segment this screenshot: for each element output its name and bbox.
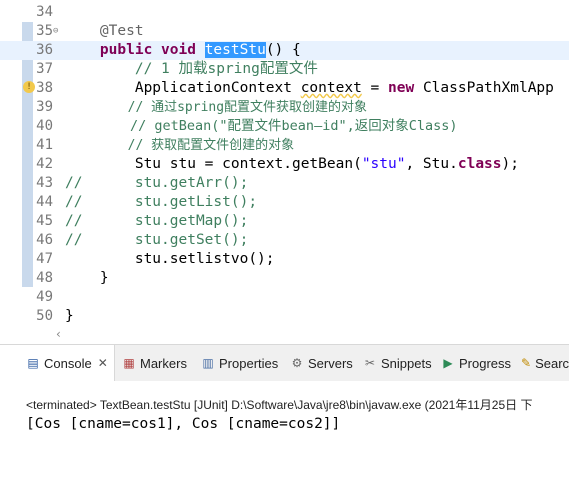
code-text: // 通过spring配置文件获取创建的对象 <box>65 100 368 115</box>
code-text: // stu.getList(); <box>65 194 258 210</box>
tab-label: Progress <box>459 355 512 371</box>
line-number: 47 <box>36 251 53 267</box>
line-number: 39 <box>36 99 53 115</box>
tab-progress[interactable]: ▶ Progress <box>441 345 511 381</box>
tab-label: Console <box>44 355 92 371</box>
servers-icon: ⚙ <box>291 356 303 370</box>
code-text: Stu stu = context.getBean("stu", Stu.cla… <box>65 156 519 172</box>
code-line: 45 // stu.getMap(); <box>0 212 569 231</box>
code-line: 48 } <box>0 269 569 288</box>
line-number: 40 <box>36 118 53 134</box>
tab-console[interactable]: ▤ Console ✕ <box>0 345 115 381</box>
code-line: 39 // 通过spring配置文件获取创建的对象 <box>0 98 569 117</box>
code-line: 46 // stu.getSet(); <box>0 231 569 250</box>
line-number: 43 <box>36 175 53 191</box>
snippets-icon: ✂ <box>364 356 376 370</box>
line-number: 35 <box>36 23 53 39</box>
close-icon[interactable]: ✕ <box>98 356 108 370</box>
tab-label: Properties <box>219 355 279 371</box>
line-number: 36 <box>36 42 53 58</box>
line-number: 49 <box>36 289 53 305</box>
properties-icon: ▥ <box>202 356 214 370</box>
code-line: 50 } <box>0 307 569 326</box>
fold-collapse-icon[interactable]: ⊖ <box>53 22 63 41</box>
tab-snippets[interactable]: ✂ Snippets <box>363 345 432 381</box>
line-number: 44 <box>36 194 53 210</box>
console-output: [Cos [cname=cos1], Cos [cname=cos2]] <box>26 416 341 432</box>
code-text: // stu.getSet(); <box>65 232 249 248</box>
line-number: 50 <box>36 308 53 324</box>
console-icon: ▤ <box>27 356 39 370</box>
code-line: 49 <box>0 288 569 307</box>
code-line: 44 // stu.getList(); <box>0 193 569 212</box>
code-line: 34 <box>0 3 569 22</box>
tab-markers[interactable]: ▦ Markers <box>122 345 187 381</box>
line-number: 34 <box>36 4 53 20</box>
code-text: public void testStu() { <box>99 42 301 58</box>
code-line: 40 // getBean("配置文件bean—id",返回对象Class) <box>0 117 569 136</box>
line-number: 37 <box>36 61 53 77</box>
code-text: stu.setlistvo(); <box>65 251 275 267</box>
tab-servers[interactable]: ⚙ Servers <box>290 345 353 381</box>
tab-label: Search <box>535 355 569 371</box>
scroll-left-icon[interactable]: ‹ <box>56 327 61 341</box>
line-number: 48 <box>36 270 53 286</box>
line-number: 38 <box>36 80 53 96</box>
code-editor[interactable]: ! 34 35 ⊖ @Test 36 public void testStu()… <box>0 0 569 344</box>
search-icon: ✎ <box>521 356 532 370</box>
code-line: 42 Stu stu = context.getBean("stu", Stu.… <box>0 155 569 174</box>
tab-properties[interactable]: ▥ Properties <box>201 345 278 381</box>
code-line: 37 // 1 加载spring配置文件 <box>0 60 569 79</box>
code-line: 38 ApplicationContext context = new Clas… <box>0 79 569 98</box>
markers-icon: ▦ <box>123 356 135 370</box>
code-line: 47 stu.setlistvo(); <box>0 250 569 269</box>
tab-label: Snippets <box>381 355 432 371</box>
code-text: // stu.getMap(); <box>65 213 249 229</box>
tab-label: Servers <box>308 355 353 371</box>
code-line: 35 ⊖ @Test <box>0 22 569 41</box>
code-text: // 1 加载spring配置文件 <box>65 61 318 77</box>
tab-label: Markers <box>140 355 187 371</box>
tab-search[interactable]: ✎ Search <box>521 345 569 381</box>
view-tab-bar: ▤ Console ✕ ▦ Markers ▥ Properties ⚙ Ser… <box>0 344 569 381</box>
code-text: } <box>65 270 109 286</box>
line-number: 45 <box>36 213 53 229</box>
code-line-current: 36 public void testStu() { <box>0 41 569 60</box>
line-number: 41 <box>36 137 53 153</box>
code-text: @Test <box>65 23 144 39</box>
line-number: 42 <box>36 156 53 172</box>
code-text: // getBean("配置文件bean—id",返回对象Class) <box>65 118 458 134</box>
code-text: // 获取配置文件创建的对象 <box>65 138 295 153</box>
code-line: 41 // 获取配置文件创建的对象 <box>0 136 569 155</box>
code-text: // stu.getArr(); <box>65 175 249 191</box>
code-text: } <box>65 308 74 324</box>
console-panel[interactable]: <terminated> TextBean.testStu [JUnit] D:… <box>0 381 569 481</box>
terminated-status: <terminated> TextBean.testStu [JUnit] D:… <box>26 398 533 412</box>
progress-icon: ▶ <box>443 356 453 370</box>
line-number: 46 <box>36 232 53 248</box>
code-text: ApplicationContext context = new ClassPa… <box>65 80 554 96</box>
code-line: 43 // stu.getArr(); <box>0 174 569 193</box>
